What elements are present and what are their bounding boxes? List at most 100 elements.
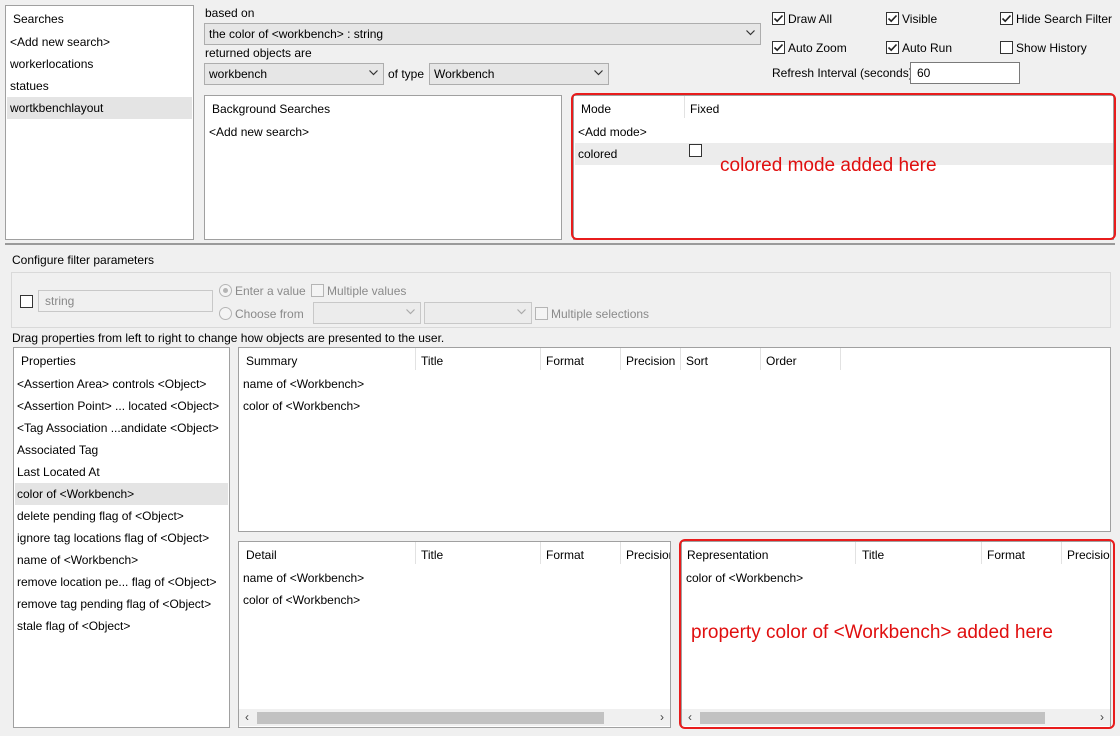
property-item[interactable]: <Assertion Point> ... located <Object> [17, 399, 219, 413]
enter-value-label: Enter a value [235, 284, 306, 298]
returned-objects-value: workbench [209, 67, 268, 81]
refresh-interval-label: Refresh Interval (seconds) [772, 66, 913, 80]
column-header[interactable]: Precision [626, 354, 675, 368]
enter-value-radio[interactable] [219, 284, 232, 297]
checkmark-icon [887, 14, 898, 23]
column-header[interactable]: Detail [246, 548, 277, 562]
column-divider [540, 348, 541, 370]
auto-run-checkbox[interactable] [886, 41, 899, 54]
checkmark-icon [1001, 14, 1012, 23]
property-item[interactable]: name of <Workbench> [17, 553, 138, 567]
property-item[interactable]: stale flag of <Object> [17, 619, 130, 633]
show-history-checkbox[interactable] [1000, 41, 1013, 54]
property-item[interactable]: <Assertion Area> controls <Object> [17, 377, 206, 391]
returned-objects-select[interactable]: workbench [204, 63, 384, 85]
checkmark-icon [773, 14, 784, 23]
property-item[interactable]: remove tag pending flag of <Object> [17, 597, 211, 611]
column-divider [415, 542, 416, 564]
column-divider [415, 348, 416, 370]
show-history-label: Show History [1016, 41, 1087, 55]
column-divider [840, 348, 841, 370]
of-type-value: Workbench [434, 67, 495, 81]
column-header[interactable]: Precision [626, 548, 670, 562]
summary-row[interactable]: color of <Workbench> [243, 399, 360, 413]
draw-all-checkbox[interactable] [772, 12, 785, 25]
column-header[interactable]: Format [546, 548, 584, 562]
checkmark-icon [887, 43, 898, 52]
column-header[interactable]: Title [421, 548, 443, 562]
detail-panel: Detail Title Format Precision name of <Work… [238, 541, 671, 728]
column-divider [760, 348, 761, 370]
chevron-down-icon [406, 309, 415, 315]
search-item-statues[interactable]: statues [10, 79, 49, 93]
choose-from-select-2[interactable] [424, 302, 532, 324]
filter-enable-checkbox[interactable] [20, 295, 33, 308]
detail-row[interactable]: color of <Workbench> [243, 593, 360, 607]
column-divider [680, 348, 681, 370]
chevron-down-icon [369, 70, 378, 76]
property-item[interactable]: color of <Workbench> [17, 487, 134, 501]
of-type-label: of type [388, 67, 425, 81]
returned-objects-label: returned objects are [205, 46, 312, 60]
summary-header-row: Summary Title Format Precision Sort Order [239, 348, 1110, 370]
detail-horizontal-scrollbar[interactable]: ‹ › [239, 709, 670, 726]
properties-panel: Properties <Assertion Area> controls <Ob… [13, 347, 230, 728]
based-on-value: the color of <workbench> : string [209, 27, 384, 41]
choose-from-select-1[interactable] [313, 302, 421, 324]
hide-search-filter-label: Hide Search Filter [1016, 12, 1113, 26]
chevron-down-icon [594, 70, 603, 76]
property-item[interactable]: Associated Tag [17, 443, 98, 457]
checkmark-icon [773, 43, 784, 52]
search-item-wortkbenchlayout[interactable]: wortkbenchlayout [10, 101, 103, 115]
annotation-colored-mode: colored mode added here [720, 155, 937, 176]
chevron-down-icon [746, 30, 755, 36]
property-item[interactable]: <Tag Association ...andidate <Object> [17, 421, 219, 435]
column-header[interactable]: Format [546, 354, 584, 368]
properties-list: <Assertion Area> controls <Object> <Asser… [14, 348, 229, 727]
auto-zoom-label: Auto Zoom [788, 41, 847, 55]
property-item[interactable]: remove location pe... flag of <Object> [17, 575, 216, 589]
scroll-thumb[interactable] [257, 712, 604, 724]
choose-from-label: Choose from [235, 307, 304, 321]
background-searches-header: Background Searches [212, 102, 331, 116]
annotation-property-added: property color of <Workbench> added here [691, 622, 1053, 643]
choose-from-radio[interactable] [219, 307, 232, 320]
summary-panel: Summary Title Format Precision Sort Order nam… [238, 347, 1111, 532]
multiple-values-label: Multiple values [327, 284, 407, 298]
filter-title: Configure filter parameters [12, 253, 155, 267]
property-item[interactable]: delete pending flag of <Object> [17, 509, 184, 523]
visible-checkbox[interactable] [886, 12, 899, 25]
search-item-add[interactable]: <Add new search> [10, 35, 110, 49]
multiple-values-checkbox[interactable] [311, 284, 324, 297]
detail-row[interactable]: name of <Workbench> [243, 571, 364, 585]
column-header[interactable]: Order [766, 354, 797, 368]
property-item[interactable]: ignore tag locations flag of <Object> [17, 531, 209, 545]
background-search-add[interactable]: <Add new search> [209, 125, 309, 139]
section-divider [5, 243, 1115, 245]
detail-header-row: Detail Title Format Precision [239, 542, 670, 564]
scroll-right-icon[interactable]: › [660, 710, 664, 724]
search-item-workerlocations[interactable]: workerlocations [10, 57, 93, 71]
column-header[interactable]: Title [421, 354, 443, 368]
auto-run-label: Auto Run [902, 41, 953, 55]
based-on-select[interactable]: the color of <workbench> : string [204, 23, 761, 45]
scroll-left-icon[interactable]: ‹ [245, 710, 249, 724]
column-divider [620, 542, 621, 564]
refresh-interval-input[interactable]: 60 [910, 62, 1020, 84]
column-header[interactable]: Sort [686, 354, 708, 368]
summary-row[interactable]: name of <Workbench> [243, 377, 364, 391]
based-on-label: based on [205, 6, 255, 20]
background-searches-panel: Background Searches <Add new search> [204, 95, 562, 240]
searches-panel: Searches <Add new search> workerlocation… [5, 5, 194, 240]
column-header[interactable]: Summary [246, 354, 297, 368]
multiple-selections-checkbox[interactable] [535, 307, 548, 320]
searches-header: Searches [13, 12, 64, 26]
column-divider [620, 348, 621, 370]
auto-zoom-checkbox[interactable] [772, 41, 785, 54]
property-item[interactable]: Last Located At [17, 465, 100, 479]
of-type-select[interactable]: Workbench [429, 63, 609, 85]
chevron-down-icon [517, 309, 526, 315]
hide-search-filter-checkbox[interactable] [1000, 12, 1013, 25]
filter-type-field: string [38, 290, 213, 312]
draw-all-label: Draw All [788, 12, 833, 26]
